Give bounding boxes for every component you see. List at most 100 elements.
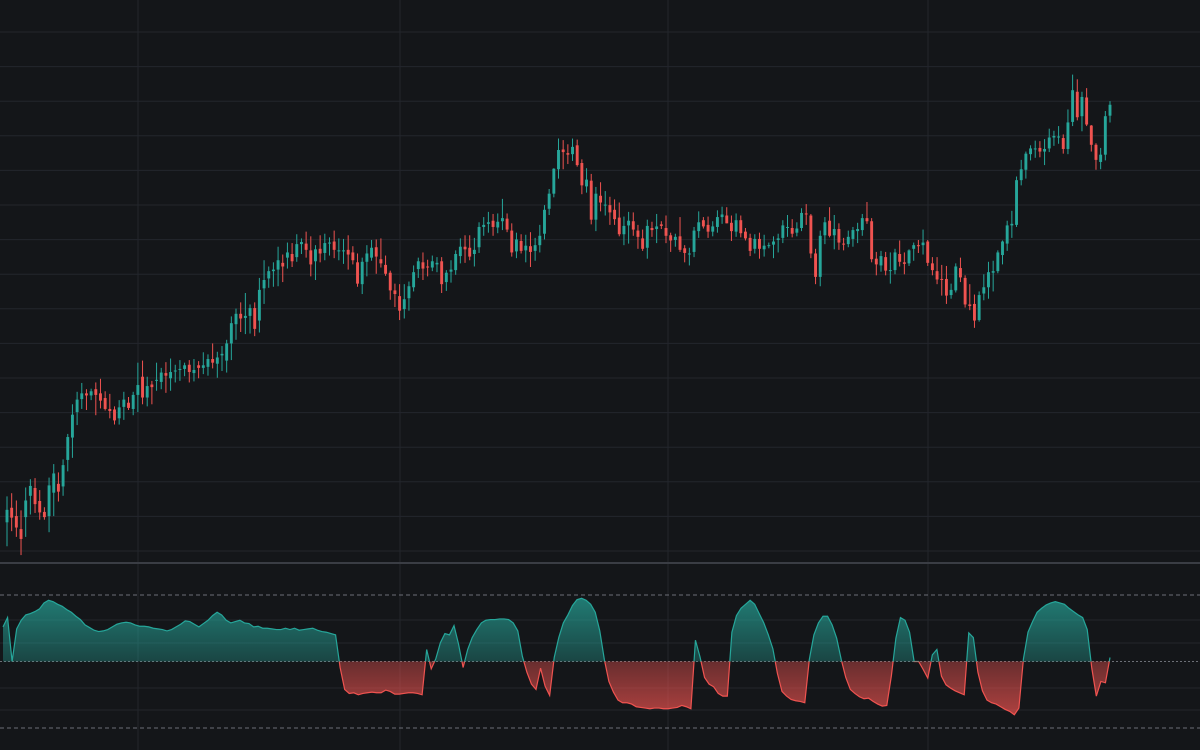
candle-body bbox=[430, 261, 434, 268]
candle-body bbox=[790, 228, 794, 234]
candle-body bbox=[1005, 225, 1009, 244]
candle-body bbox=[1089, 125, 1093, 145]
candle-body bbox=[715, 217, 719, 227]
candle-body bbox=[729, 222, 733, 232]
candle-body bbox=[786, 226, 789, 228]
candle[interactable] bbox=[996, 250, 1000, 274]
candle[interactable] bbox=[1015, 176, 1018, 227]
candle-body bbox=[529, 246, 532, 252]
candle-body bbox=[1015, 180, 1018, 225]
candle-body bbox=[10, 507, 14, 518]
candle-body bbox=[935, 271, 939, 280]
candle-body bbox=[678, 236, 682, 250]
candle-body bbox=[510, 230, 514, 253]
candle-body bbox=[398, 296, 402, 311]
candle-body bbox=[949, 289, 953, 296]
candle-body bbox=[893, 252, 897, 271]
candle[interactable] bbox=[926, 239, 930, 266]
candle-body bbox=[599, 195, 603, 203]
candle-body bbox=[603, 204, 607, 206]
candle-body bbox=[444, 272, 448, 283]
candle-body bbox=[356, 262, 359, 284]
candle-body bbox=[1029, 148, 1032, 155]
candle-body bbox=[772, 241, 775, 245]
candle-body bbox=[659, 224, 663, 226]
candle-body bbox=[201, 365, 205, 368]
candle-body bbox=[804, 213, 808, 215]
candle-body bbox=[472, 249, 476, 254]
candle-body bbox=[131, 394, 135, 409]
candle-body bbox=[52, 473, 56, 493]
candle-body bbox=[117, 407, 121, 419]
candle-body bbox=[856, 229, 860, 232]
candle-body bbox=[585, 179, 588, 187]
candle-body bbox=[33, 488, 37, 505]
candle-body bbox=[113, 409, 116, 421]
candle-body bbox=[239, 313, 243, 319]
candle-body bbox=[608, 205, 612, 213]
candle-body bbox=[650, 228, 654, 231]
candle-body bbox=[412, 272, 416, 288]
candle-body bbox=[519, 241, 523, 251]
candle-body bbox=[500, 218, 504, 222]
candle-body bbox=[725, 215, 729, 224]
candle-body bbox=[996, 252, 1000, 272]
candle-body bbox=[982, 287, 986, 294]
candle-body bbox=[468, 247, 472, 257]
candle[interactable] bbox=[552, 168, 556, 198]
candle-body bbox=[711, 226, 715, 232]
candle-body bbox=[337, 250, 341, 252]
candle-body bbox=[973, 303, 976, 321]
candle-body bbox=[458, 246, 462, 257]
candle-body bbox=[575, 145, 579, 166]
candle-body bbox=[407, 286, 411, 299]
candle[interactable] bbox=[963, 275, 967, 308]
candle-body bbox=[384, 264, 388, 274]
candle-body bbox=[393, 290, 397, 295]
candle-body bbox=[1001, 241, 1004, 256]
candle-body bbox=[907, 250, 911, 264]
candle-body bbox=[61, 465, 65, 487]
candle-body bbox=[561, 149, 565, 153]
candle[interactable] bbox=[954, 263, 958, 293]
candle-body bbox=[870, 221, 874, 260]
candle-body bbox=[1103, 116, 1107, 155]
candle-body bbox=[921, 242, 925, 246]
candle-body bbox=[1080, 96, 1084, 117]
candle[interactable] bbox=[809, 213, 813, 259]
candle-body bbox=[1099, 154, 1103, 162]
candle-body bbox=[1033, 148, 1037, 150]
candle-body bbox=[641, 238, 645, 249]
candle-body bbox=[865, 218, 869, 222]
candle-body bbox=[136, 385, 140, 395]
candle-body bbox=[566, 153, 570, 155]
candle[interactable] bbox=[870, 218, 874, 263]
candle-body bbox=[851, 230, 855, 239]
candle-body bbox=[1085, 97, 1089, 125]
candle-body bbox=[300, 242, 303, 245]
candle-body bbox=[617, 217, 621, 235]
candle[interactable] bbox=[977, 291, 981, 322]
candle-body bbox=[580, 163, 584, 186]
candle-body bbox=[159, 372, 163, 382]
candle-body bbox=[486, 222, 490, 224]
candle-body bbox=[571, 146, 574, 155]
candle-body bbox=[225, 343, 229, 361]
candle-body bbox=[987, 272, 990, 288]
candle-body bbox=[164, 373, 168, 376]
candle-body bbox=[1052, 135, 1056, 138]
candle-body bbox=[991, 271, 995, 273]
candle-body bbox=[388, 272, 392, 291]
candle-body bbox=[613, 209, 617, 220]
candle[interactable] bbox=[589, 173, 593, 225]
candle-body bbox=[290, 254, 294, 262]
candle-body bbox=[744, 231, 747, 239]
candle-body bbox=[879, 256, 883, 266]
candle-body bbox=[66, 437, 70, 460]
candle-body bbox=[416, 261, 420, 270]
candle-body bbox=[697, 222, 701, 232]
candle[interactable] bbox=[1103, 111, 1107, 161]
candle-body bbox=[496, 221, 500, 228]
candle-body bbox=[940, 278, 944, 280]
candle-body bbox=[514, 239, 518, 252]
